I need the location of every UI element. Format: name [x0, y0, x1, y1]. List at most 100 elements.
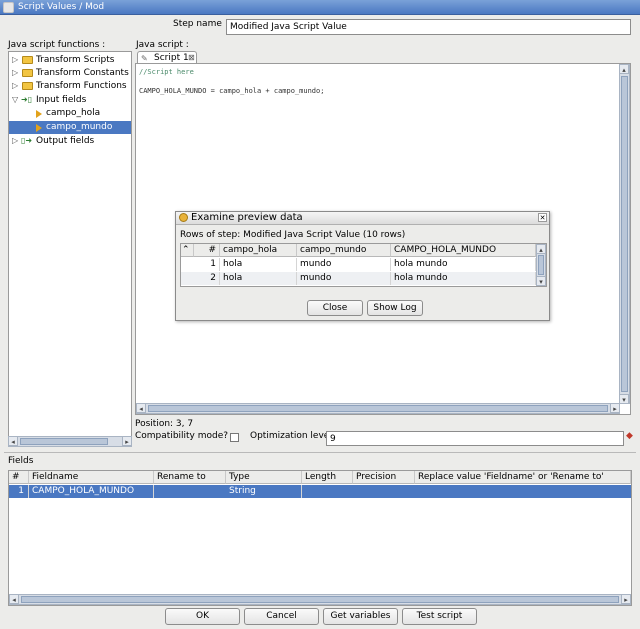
cell-num: 1 — [9, 485, 29, 498]
show-log-button[interactable]: Show Log — [367, 300, 423, 316]
tree-item-campo-mundo[interactable]: campo_mundo — [9, 121, 131, 134]
preview-header-campo-hola[interactable]: campo_hola — [220, 244, 297, 257]
get-variables-button[interactable]: Get variables — [323, 608, 398, 625]
cell-type[interactable]: String — [226, 485, 302, 498]
window-title: Script Values / Mod — [18, 2, 105, 12]
column-header-length[interactable]: Length — [302, 471, 353, 484]
scroll-thumb[interactable] — [148, 405, 608, 412]
ok-button[interactable]: OK — [165, 608, 240, 625]
fields-label: Fields — [8, 456, 34, 466]
expand-arrow-icon[interactable]: ▷ — [12, 69, 20, 77]
tree-item-transform-scripts[interactable]: ▷ Transform Scripts — [9, 54, 131, 67]
preview-dialog: Examine preview data ✕ Rows of step: Mod… — [175, 211, 550, 321]
optimization-label: Optimization level — [250, 431, 332, 441]
preview-vertical-scrollbar[interactable]: ▴ ▾ — [536, 244, 546, 286]
tree-item-label: Transform Constants — [36, 68, 129, 78]
close-dialog-icon[interactable]: ✕ — [538, 213, 547, 222]
preview-table[interactable]: ⌃ # campo_hola campo_mundo CAMPO_HOLA_MU… — [180, 243, 547, 287]
scroll-up-icon[interactable]: ▴ — [619, 64, 629, 74]
tree-item-label: Input fields — [36, 95, 87, 105]
folder-icon — [22, 82, 33, 90]
preview-icon — [179, 213, 188, 222]
expand-arrow-icon[interactable]: ▷ — [12, 56, 20, 64]
tree-item-campo-hola[interactable]: campo_hola — [9, 107, 131, 120]
scroll-left-icon[interactable]: ◂ — [8, 436, 18, 446]
field-icon — [36, 124, 42, 132]
column-header-rename[interactable]: Rename to — [154, 471, 226, 484]
expand-arrow-icon[interactable]: ▷ — [12, 137, 20, 145]
scroll-right-icon[interactable]: ▸ — [621, 594, 631, 604]
close-button[interactable]: Close — [307, 300, 363, 316]
tree-item-transform-constants[interactable]: ▷ Transform Constants — [9, 67, 131, 80]
table-row[interactable]: 2 hola mundo hola mundo — [181, 272, 536, 285]
column-header-num[interactable]: # — [9, 471, 29, 484]
functions-tree[interactable]: ▷ Transform Scripts ▷ Transform Constant… — [8, 51, 132, 447]
code-line: CAMPO_HOLA_MUNDO = campo_hola + campo_mu… — [139, 87, 325, 95]
test-script-button[interactable]: Test script — [402, 608, 477, 625]
variable-icon[interactable]: ◆ — [626, 431, 634, 441]
preview-subtitle: Rows of step: Modified Java Script Value… — [180, 230, 406, 240]
functions-horizontal-scrollbar[interactable]: ◂ ▸ — [8, 436, 132, 447]
cell-num: 2 — [194, 272, 220, 285]
collapse-arrow-icon[interactable]: ▽ — [12, 96, 20, 104]
scroll-up-icon[interactable]: ▴ — [536, 244, 546, 254]
preview-dialog-title-bar[interactable]: Examine preview data ✕ — [176, 212, 549, 225]
scroll-left-icon[interactable]: ◂ — [136, 403, 146, 413]
output-fields-icon: ▯➜ — [21, 136, 33, 145]
scroll-right-icon[interactable]: ▸ — [610, 403, 620, 413]
tree-item-output-fields[interactable]: ▷ ▯➜ Output fields — [9, 135, 131, 148]
input-fields-icon: ➜▯ — [21, 95, 33, 104]
cell-campo-hola: hola — [220, 258, 297, 271]
cell-num: 1 — [194, 258, 220, 271]
fields-horizontal-scrollbar[interactable]: ◂ ▸ — [9, 594, 631, 605]
table-row[interactable]: 1 hola mundo hola mundo — [181, 258, 536, 271]
tree-item-label: campo_mundo — [46, 122, 113, 132]
compatibility-label: Compatibility mode? — [135, 431, 229, 441]
table-row[interactable]: 1 CAMPO_HOLA_MUNDO String — [9, 485, 631, 498]
cursor-position: Position: 3, 7 — [135, 419, 194, 429]
scroll-thumb[interactable] — [621, 76, 628, 392]
step-name-input[interactable]: Modified Java Script Value — [226, 19, 631, 35]
code-comment-line: //Script here — [139, 68, 194, 76]
tree-item-label: Transform Functions — [36, 81, 127, 91]
expand-arrow-icon[interactable]: ▷ — [12, 82, 20, 90]
functions-panel-label: Java script functions : — [8, 40, 106, 50]
folder-icon — [22, 69, 33, 77]
optimization-input[interactable]: 9 — [326, 431, 624, 446]
preview-header-result[interactable]: CAMPO_HOLA_MUNDO — [391, 244, 536, 257]
scroll-thumb[interactable] — [20, 438, 108, 445]
preview-header-num[interactable]: # — [194, 244, 220, 257]
tree-item-label: campo_hola — [46, 108, 101, 118]
window-title-bar: Script Values / Mod — [0, 0, 640, 15]
editor-vertical-scrollbar[interactable]: ▴ ▾ — [619, 64, 630, 404]
fields-header-row: # Fieldname Rename to Type Length Precis… — [9, 471, 631, 484]
scroll-thumb[interactable] — [21, 596, 619, 603]
sort-arrow-icon[interactable]: ⌃ — [181, 244, 194, 257]
scroll-down-icon[interactable]: ▾ — [619, 394, 629, 404]
cell-result: hola mundo — [391, 258, 536, 271]
column-header-fieldname[interactable]: Fieldname — [29, 471, 154, 484]
column-header-type[interactable]: Type — [226, 471, 302, 484]
scroll-left-icon[interactable]: ◂ — [9, 594, 19, 604]
cell-campo-hola: hola — [220, 272, 297, 285]
column-header-precision[interactable]: Precision — [353, 471, 415, 484]
cell-result: hola mundo — [391, 272, 536, 285]
scroll-down-icon[interactable]: ▾ — [536, 276, 546, 286]
cell-campo-mundo: mundo — [297, 272, 391, 285]
scroll-thumb[interactable] — [538, 255, 544, 275]
compatibility-checkbox[interactable] — [230, 433, 239, 442]
step-name-label: Step name — [173, 19, 222, 29]
editor-horizontal-scrollbar[interactable]: ◂ ▸ — [136, 403, 620, 414]
cell-fieldname[interactable]: CAMPO_HOLA_MUNDO — [29, 485, 154, 498]
preview-header-campo-mundo[interactable]: campo_mundo — [297, 244, 391, 257]
cell-campo-mundo: mundo — [297, 258, 391, 271]
section-divider — [4, 452, 636, 453]
tree-item-input-fields[interactable]: ▽ ➜▯ Input fields — [9, 94, 131, 107]
window-menu-icon[interactable] — [3, 2, 14, 13]
cancel-button[interactable]: Cancel — [244, 608, 319, 625]
column-header-replace[interactable]: Replace value 'Fieldname' or 'Rename to' — [415, 471, 631, 484]
scroll-right-icon[interactable]: ▸ — [122, 436, 132, 446]
folder-icon — [22, 56, 33, 64]
fields-table[interactable]: # Fieldname Rename to Type Length Precis… — [8, 470, 632, 606]
tree-item-transform-functions[interactable]: ▷ Transform Functions — [9, 80, 131, 93]
